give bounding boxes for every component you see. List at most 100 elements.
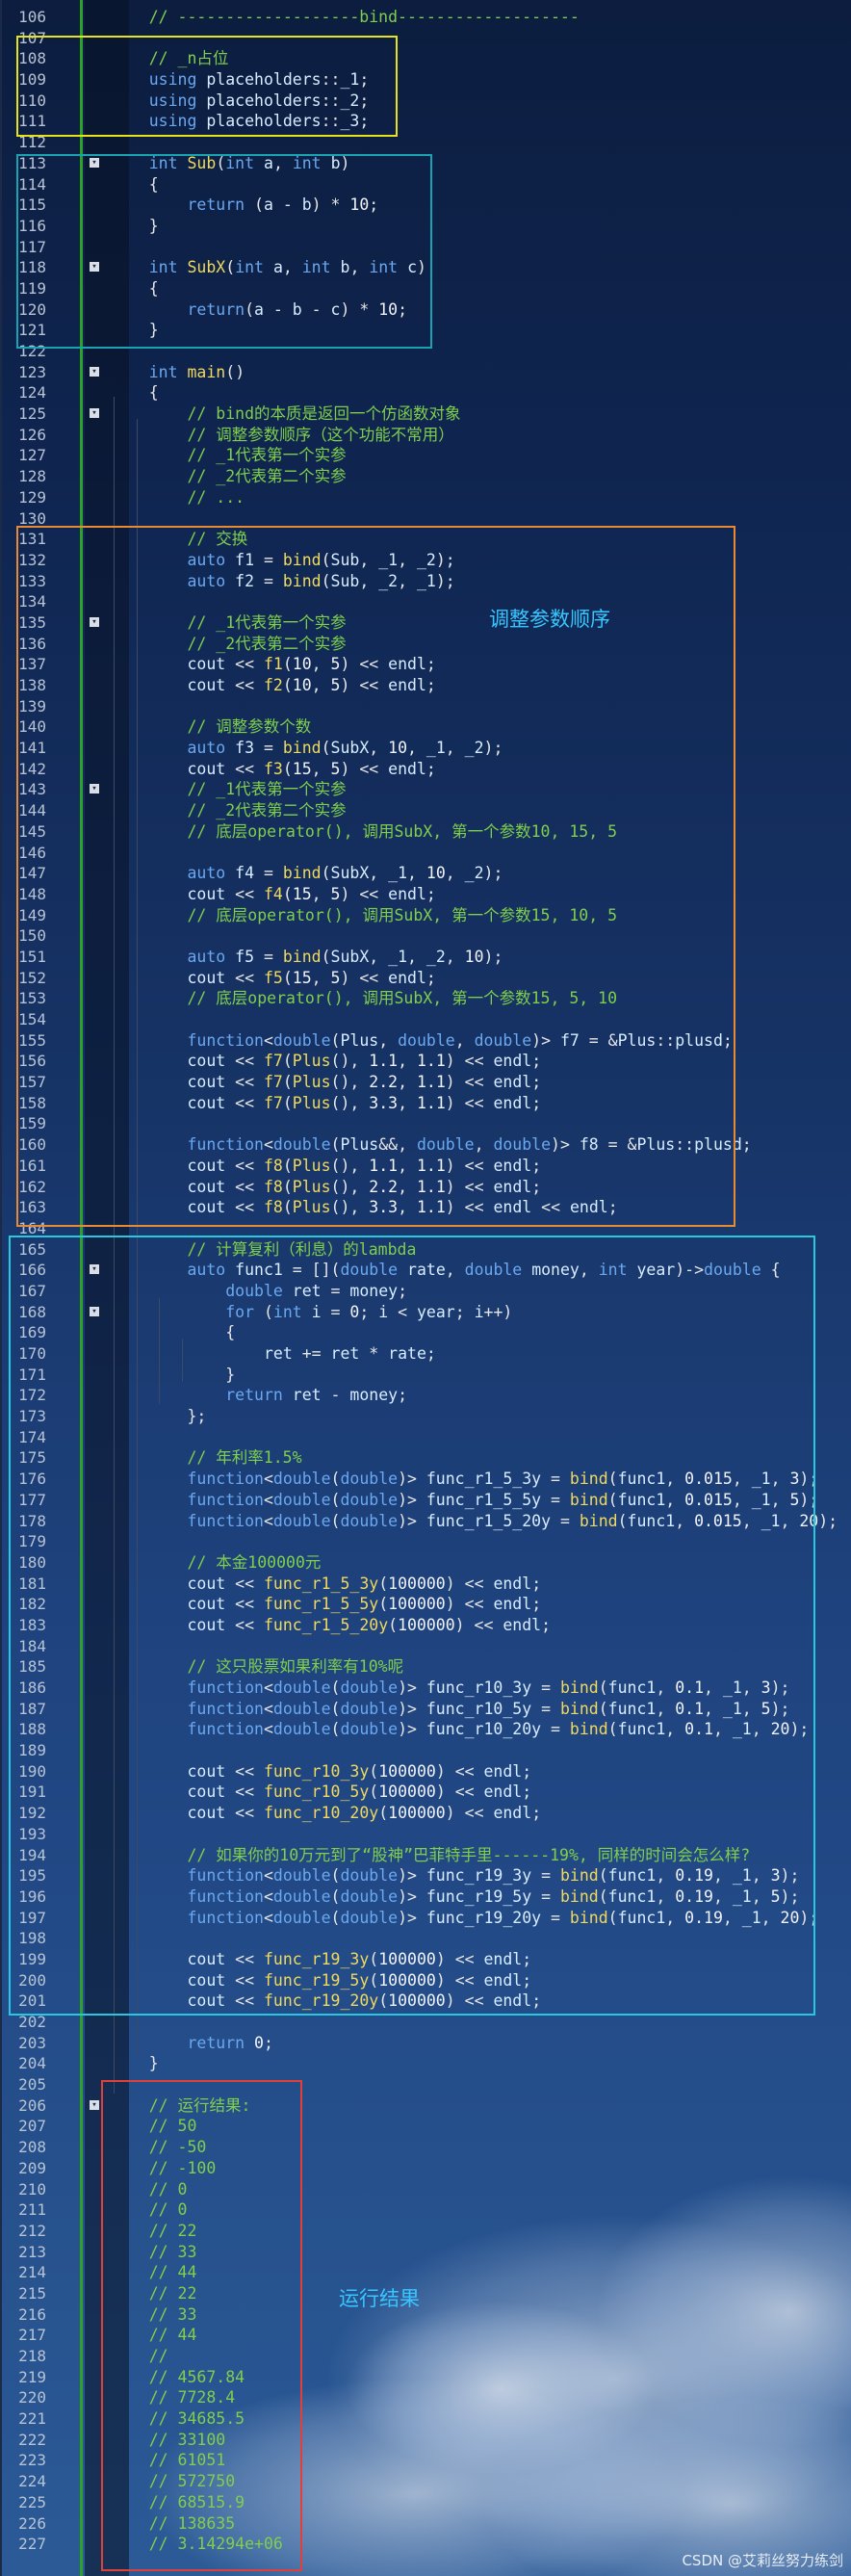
code-line[interactable]: 199 cout << func_r19_3y(100000) << endl; <box>0 1949 851 1970</box>
code-line[interactable]: 213 // 33 <box>0 2242 851 2263</box>
code-line[interactable]: 192 cout << func_r10_20y(100000) << endl… <box>0 1803 851 1824</box>
code-line[interactable]: 222 // 33100 <box>0 2430 851 2451</box>
code-line[interactable]: 177 function<double(double)> func_r1_5_5… <box>0 1490 851 1511</box>
fold-toggle-icon[interactable]: ▾ <box>90 157 99 168</box>
code-line[interactable]: 169 { <box>0 1322 851 1343</box>
code-line[interactable]: 191 cout << func_r10_5y(100000) << endl; <box>0 1782 851 1803</box>
code-line[interactable]: 168 ▾ for (int i = 0; i < year; i++) <box>0 1302 851 1323</box>
code-line[interactable]: 221 // 34685.5 <box>0 2408 851 2430</box>
code-line[interactable]: 175 // 年利率1.5% <box>0 1447 851 1469</box>
code-line[interactable]: 225 // 68515.9 <box>0 2492 851 2513</box>
code-line[interactable]: 110 using placeholders::_2; <box>0 91 851 112</box>
fold-toggle-icon[interactable]: ▾ <box>90 262 99 273</box>
code-line[interactable]: 115 return (a - b) * 10; <box>0 195 851 216</box>
code-line[interactable]: 167 double ret = money; <box>0 1281 851 1302</box>
code-line[interactable]: 184 <box>0 1636 851 1657</box>
code-line[interactable]: 142 cout << f3(15, 5) << endl; <box>0 759 851 780</box>
code-line[interactable]: 189 <box>0 1740 851 1761</box>
code-line[interactable]: 159 <box>0 1113 851 1134</box>
code-line[interactable]: 124 { <box>0 382 851 403</box>
code-line[interactable]: 202 <box>0 2012 851 2033</box>
code-line[interactable]: 208 // -50 <box>0 2137 851 2158</box>
code-line[interactable]: 109 using placeholders::_1; <box>0 69 851 91</box>
code-line[interactable]: 131 // 交换 <box>0 529 851 550</box>
code-line[interactable]: 188 function<double(double)> func_r10_20… <box>0 1719 851 1740</box>
code-line[interactable]: 160 function<double(Plus&&, double, doub… <box>0 1134 851 1156</box>
code-line[interactable]: 119 { <box>0 278 851 299</box>
code-line[interactable]: 134 <box>0 591 851 612</box>
code-line[interactable]: 201 cout << func_r19_20y(100000) << endl… <box>0 1991 851 2012</box>
code-line[interactable]: 135 ▾ // _1代表第一个实参 <box>0 612 851 634</box>
code-line[interactable]: 143 ▾ // _1代表第一个实参 <box>0 779 851 800</box>
code-line[interactable]: 128 // _2代表第二个实参 <box>0 466 851 487</box>
fold-toggle-icon[interactable]: ▾ <box>90 1264 99 1275</box>
fold-toggle-icon[interactable]: ▾ <box>90 616 99 627</box>
code-line[interactable]: 171 } <box>0 1365 851 1386</box>
fold-toggle-icon[interactable]: ▾ <box>90 1306 99 1316</box>
code-line[interactable]: 158 cout << f7(Plus(), 3.3, 1.1) << endl… <box>0 1093 851 1114</box>
code-line[interactable]: 141 auto f3 = bind(SubX, 10, _1, _2); <box>0 738 851 759</box>
code-line[interactable]: 185 // 这只股票如果利率有10%呢 <box>0 1656 851 1678</box>
code-line[interactable]: 209 // -100 <box>0 2158 851 2179</box>
fold-toggle-icon[interactable]: ▾ <box>90 2099 99 2110</box>
code-line[interactable]: 223 // 61051 <box>0 2450 851 2471</box>
code-line[interactable]: 214 // 44 <box>0 2262 851 2283</box>
code-line[interactable]: 216 // 33 <box>0 2304 851 2326</box>
code-editor[interactable]: 106 // -------------------bind----------… <box>0 7 851 2555</box>
code-line[interactable]: 133 auto f2 = bind(Sub, _2, _1); <box>0 571 851 592</box>
code-line[interactable]: 180 // 本金100000元 <box>0 1552 851 1574</box>
code-line[interactable]: 111 using placeholders::_3; <box>0 111 851 132</box>
code-line[interactable]: 198 <box>0 1928 851 1949</box>
code-line[interactable]: 137 cout << f1(10, 5) << endl; <box>0 654 851 675</box>
code-line[interactable]: 195 function<double(double)> func_r19_3y… <box>0 1865 851 1886</box>
code-line[interactable]: 186 function<double(double)> func_r10_3y… <box>0 1678 851 1699</box>
code-line[interactable]: 194 // 如果你的10万元到了“股神”巴菲特手里------19%, 同样的… <box>0 1845 851 1866</box>
code-line[interactable]: 215 // 22 <box>0 2283 851 2304</box>
code-line[interactable]: 140 // 调整参数个数 <box>0 716 851 738</box>
code-line[interactable]: 210 // 0 <box>0 2179 851 2200</box>
code-line[interactable]: 212 // 22 <box>0 2221 851 2242</box>
code-line[interactable]: 161 cout << f8(Plus(), 1.1, 1.1) << endl… <box>0 1156 851 1177</box>
code-line[interactable]: 218 // <box>0 2346 851 2367</box>
code-line[interactable]: 151 auto f5 = bind(SubX, _1, _2, 10); <box>0 947 851 968</box>
code-line[interactable]: 219 // 4567.84 <box>0 2367 851 2388</box>
code-line[interactable]: 183 cout << func_r1_5_20y(100000) << end… <box>0 1615 851 1636</box>
code-line[interactable]: 123 ▾ int main() <box>0 362 851 383</box>
code-line[interactable]: 130 <box>0 508 851 530</box>
code-line[interactable]: 154 <box>0 1009 851 1030</box>
code-line[interactable]: 165 // 计算复利（利息）的lambda <box>0 1239 851 1261</box>
code-line[interactable]: 113 ▾ int Sub(int a, int b) <box>0 153 851 174</box>
code-line[interactable]: 206 ▾ // 运行结果: <box>0 2095 851 2117</box>
code-line[interactable]: 153 // 底层operator(), 调用SubX, 第一个参数15, 5,… <box>0 988 851 1009</box>
code-line[interactable]: 163 cout << f8(Plus(), 3.3, 1.1) << endl… <box>0 1197 851 1218</box>
code-line[interactable]: 136 // _2代表第二个实参 <box>0 634 851 655</box>
code-line[interactable]: 157 cout << f7(Plus(), 2.2, 1.1) << endl… <box>0 1072 851 1093</box>
code-line[interactable]: 166 ▾ auto func1 = [](double rate, double… <box>0 1260 851 1281</box>
code-line[interactable]: 116 } <box>0 216 851 237</box>
fold-toggle-icon[interactable]: ▾ <box>90 366 99 377</box>
code-line[interactable]: 217 // 44 <box>0 2325 851 2346</box>
code-line[interactable]: 149 // 底层operator(), 调用SubX, 第一个参数15, 10… <box>0 905 851 926</box>
fold-toggle-icon[interactable]: ▾ <box>90 408 99 419</box>
code-line[interactable]: 156 cout << f7(Plus(), 1.1, 1.1) << endl… <box>0 1051 851 1072</box>
code-line[interactable]: 173 }; <box>0 1406 851 1427</box>
code-line[interactable]: 176 function<double(double)> func_r1_5_3… <box>0 1469 851 1490</box>
code-line[interactable]: 205 <box>0 2074 851 2095</box>
code-line[interactable]: 139 <box>0 696 851 717</box>
code-line[interactable]: 187 function<double(double)> func_r10_5y… <box>0 1699 851 1720</box>
code-line[interactable]: 122 <box>0 341 851 362</box>
code-line[interactable]: 204 } <box>0 2053 851 2074</box>
code-line[interactable]: 147 auto f4 = bind(SubX, _1, 10, _2); <box>0 863 851 884</box>
code-line[interactable]: 121 } <box>0 320 851 341</box>
code-line[interactable]: 107 <box>0 28 851 49</box>
code-line[interactable]: 224 // 572750 <box>0 2471 851 2492</box>
code-line[interactable]: 182 cout << func_r1_5_5y(100000) << endl… <box>0 1594 851 1615</box>
code-line[interactable]: 106 // -------------------bind----------… <box>0 7 851 28</box>
code-line[interactable]: 117 <box>0 237 851 258</box>
code-line[interactable]: 108 // _n占位 <box>0 48 851 69</box>
code-line[interactable]: 118 ▾ int SubX(int a, int b, int c) <box>0 257 851 278</box>
code-line[interactable]: 170 ret += ret * rate; <box>0 1343 851 1365</box>
code-line[interactable]: 127 // _1代表第一个实参 <box>0 445 851 466</box>
code-line[interactable]: 120 return(a - b - c) * 10; <box>0 299 851 321</box>
code-line[interactable]: 112 <box>0 132 851 153</box>
